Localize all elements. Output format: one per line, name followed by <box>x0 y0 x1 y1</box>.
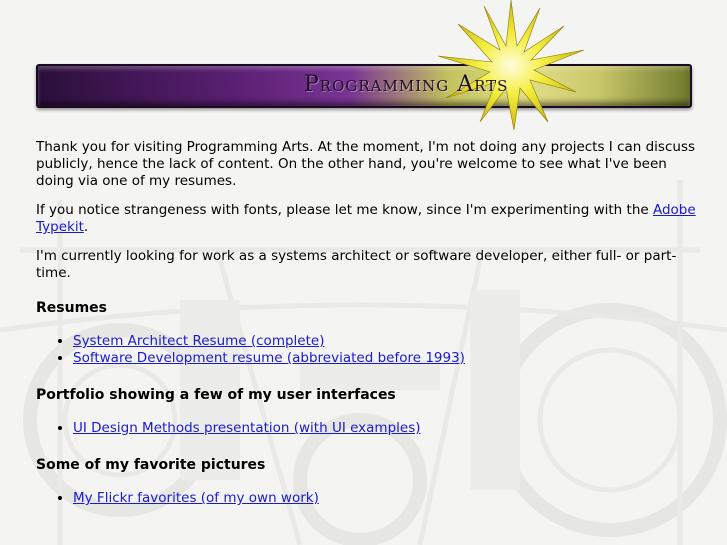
list-item: My Flickr favorites (of my own work) <box>73 490 696 507</box>
fonts-text-after: . <box>83 219 89 235</box>
fonts-paragraph: If you notice strangeness with fonts, pl… <box>36 202 696 236</box>
list-item: System Architect Resume (complete) <box>73 333 696 350</box>
fonts-text-before: If you notice strangeness with fonts, pl… <box>36 202 653 218</box>
intro-paragraph: Thank you for visiting Programming Arts.… <box>36 139 696 189</box>
flickr-favorites-link[interactable]: My Flickr favorites (of my own work) <box>73 490 319 506</box>
resumes-list: System Architect Resume (complete) Softw… <box>36 333 696 367</box>
ui-design-methods-link[interactable]: UI Design Methods presentation (with UI … <box>73 420 421 436</box>
list-item: UI Design Methods presentation (with UI … <box>73 420 696 437</box>
main-content: Thank you for visiting Programming Arts.… <box>36 139 696 507</box>
header-banner: Programming Arts <box>36 0 692 130</box>
banner-title: Programming Arts <box>304 72 509 97</box>
portfolio-heading: Portfolio showing a few of my user inter… <box>36 387 396 403</box>
looking-for-work-paragraph: I'm currently looking for work as a syst… <box>36 248 677 281</box>
sun-star-icon <box>437 0 585 130</box>
list-item: Software Development resume (abbreviated… <box>73 350 696 367</box>
software-development-resume-link[interactable]: Software Development resume (abbreviated… <box>73 350 465 366</box>
pictures-list: My Flickr favorites (of my own work) <box>36 490 696 507</box>
resumes-heading: Resumes <box>36 300 107 316</box>
system-architect-resume-link[interactable]: System Architect Resume (complete) <box>73 333 324 349</box>
portfolio-list: UI Design Methods presentation (with UI … <box>36 420 696 437</box>
pictures-heading: Some of my favorite pictures <box>36 457 266 473</box>
